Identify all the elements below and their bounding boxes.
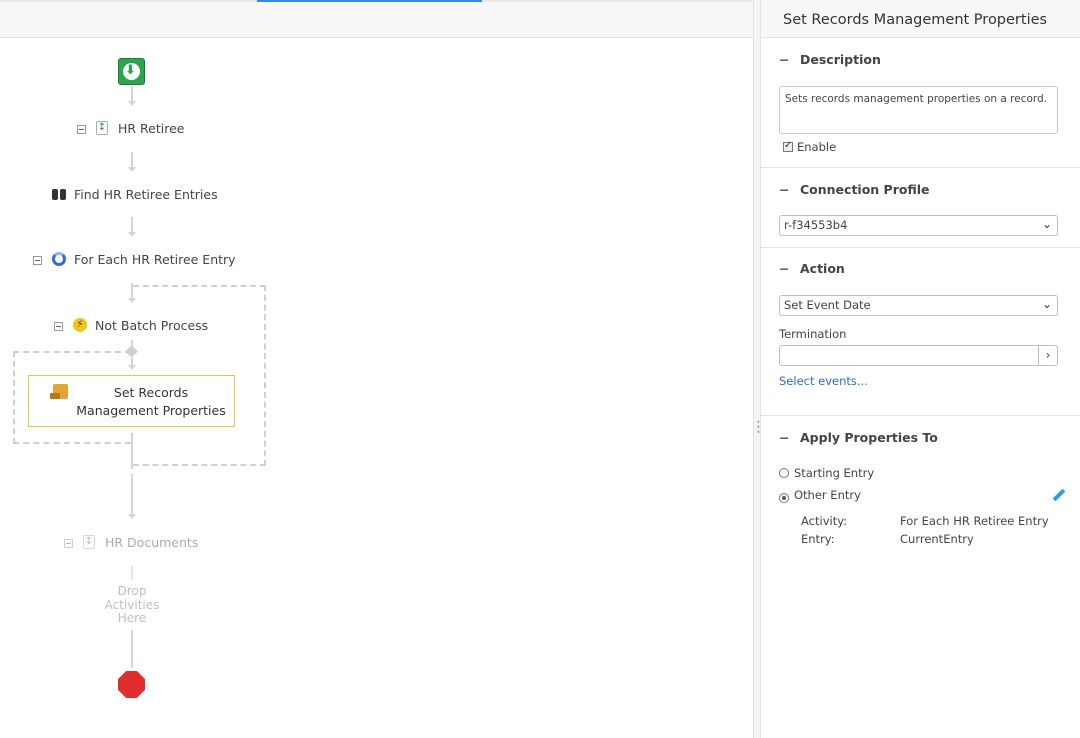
records-management-icon [50,384,68,399]
scope-icon: ↕ [96,121,108,135]
connector [131,566,133,580]
active-tab-indicator [257,0,482,2]
collapse-minus-icon: − [779,261,790,276]
stop-icon[interactable] [118,671,145,698]
drop-zone[interactable]: Drop Activities Here [100,584,164,626]
chevron-down-icon: ⌄ [1041,297,1052,311]
description-header[interactable]: − Description [761,38,1080,71]
entry-label: Entry: [801,532,835,546]
connection-profile-section: − Connection Profile r-f34553b4 ⌄ [761,168,1080,248]
binoculars-icon [52,187,66,201]
loop-icon [52,252,66,266]
start-icon[interactable] [118,58,145,85]
activity-set-records-management-properties[interactable]: Set Records Management Properties [28,375,235,427]
activity-find-entries[interactable]: Find HR Retiree Entries [74,187,218,202]
connector-arrow [128,514,136,519]
properties-panel: Set Records Management Properties − Descr… [761,0,1080,738]
activity-not-batch[interactable]: Not Batch Process [95,318,208,333]
action-select[interactable]: Set Event Date ⌄ [779,295,1058,316]
action-header[interactable]: − Action [761,248,1080,280]
connection-profile-header[interactable]: − Connection Profile [761,168,1080,201]
other-entry-radio[interactable] [779,493,789,503]
apply-properties-section: − Apply Properties To Starting Entry Othe… [761,416,1080,576]
description-textarea[interactable]: Sets records management properties on a … [779,86,1058,134]
connector [131,474,133,514]
connector [131,217,133,233]
activity-hr-retiree[interactable]: HR Retiree [118,121,185,136]
termination-picker-button[interactable]: › [1038,345,1058,366]
description-section: − Description Sets records management pro… [761,38,1080,168]
splitter-grip-icon: • • • [756,418,761,437]
action-section: − Action Set Event Date ⌄ Termination › S… [761,248,1080,416]
select-events-link[interactable]: Select events... [779,374,868,388]
collapse-minus-icon: − [779,182,790,197]
other-entry-label[interactable]: Other Entry [794,488,861,502]
scope-icon: ↕ [83,535,95,549]
entry-value: CurrentEntry [900,532,974,546]
enable-label: Enable [797,140,837,154]
activity-label: Set Records Management Properties [76,385,226,418]
collapse-toggle[interactable] [77,125,86,134]
collapse-toggle[interactable] [33,256,42,265]
collapse-minus-icon: − [779,430,790,445]
enable-checkbox[interactable] [783,140,793,152]
connector [131,86,133,102]
activity-hr-documents[interactable]: HR Documents [105,535,198,550]
termination-input[interactable] [779,345,1039,366]
connector-arrow [128,232,136,237]
activity-label: Activity: [801,514,848,528]
collapse-toggle[interactable] [64,539,73,548]
collapse-toggle[interactable] [54,322,63,331]
starting-entry-radio[interactable] [779,468,789,478]
connector [131,433,133,469]
connector-arrow [128,101,136,106]
chevron-down-icon: ⌄ [1041,217,1052,231]
designer-toolbar [0,0,753,38]
connector [131,630,133,668]
termination-label: Termination [779,327,847,341]
starting-entry-label[interactable]: Starting Entry [794,466,874,480]
connector [131,152,133,168]
panel-splitter[interactable]: • • • [753,0,761,738]
panel-title: Set Records Management Properties [761,0,1080,38]
collapse-minus-icon: − [779,52,790,67]
activity-for-each[interactable]: For Each HR Retiree Entry [74,252,236,267]
apply-properties-header[interactable]: − Apply Properties To [761,416,1080,449]
connector-arrow [128,167,136,172]
workflow-designer-canvas[interactable]: ↕ HR Retiree Find HR Retiree Entries For… [0,0,753,738]
condition-icon: ⚡ [73,318,87,332]
connector-arrow [128,365,136,370]
activity-value: For Each HR Retiree Entry [900,514,1049,528]
connection-profile-select[interactable]: r-f34553b4 ⌄ [779,215,1058,236]
